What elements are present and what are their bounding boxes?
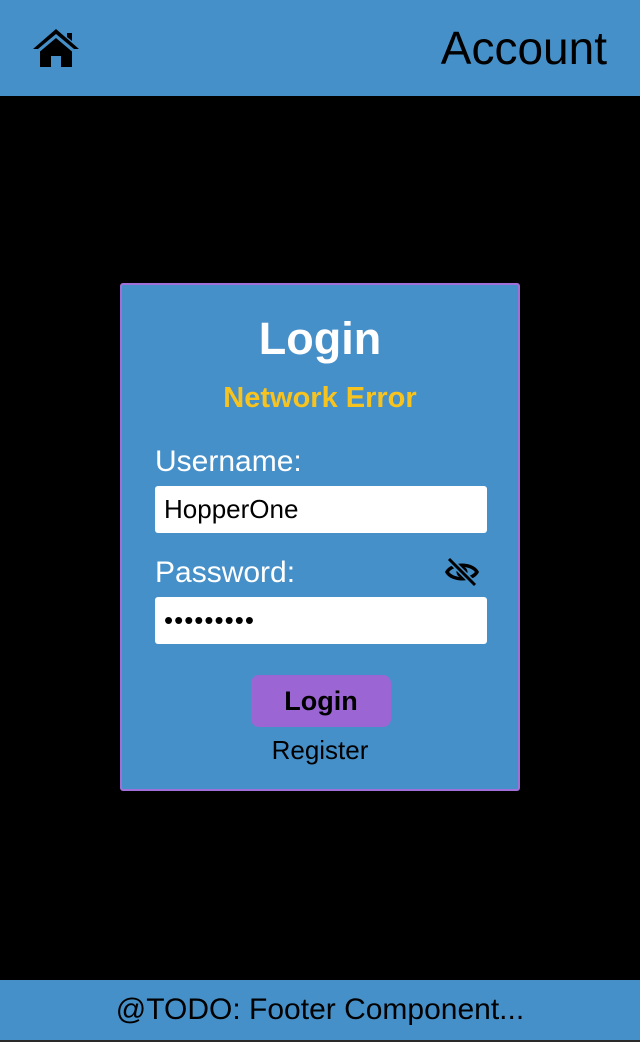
home-icon[interactable] <box>31 27 81 69</box>
password-label: Password: <box>155 556 296 589</box>
app-footer: @TODO: Footer Component... <box>0 980 640 1042</box>
footer-text: @TODO: Footer Component... <box>115 993 525 1026</box>
app-header: Account <box>0 0 640 96</box>
username-input[interactable] <box>155 486 487 533</box>
username-label: Username: <box>155 445 302 478</box>
register-link[interactable]: Register <box>122 735 518 765</box>
page-title: Account <box>440 22 607 74</box>
password-input[interactable] <box>155 597 487 644</box>
login-button[interactable]: Login <box>251 675 391 727</box>
login-title: Login <box>258 313 382 364</box>
error-message: Network Error <box>223 382 417 414</box>
login-card: Login Network Error Username: Password: … <box>120 283 520 791</box>
eye-slash-icon[interactable] <box>444 557 480 587</box>
